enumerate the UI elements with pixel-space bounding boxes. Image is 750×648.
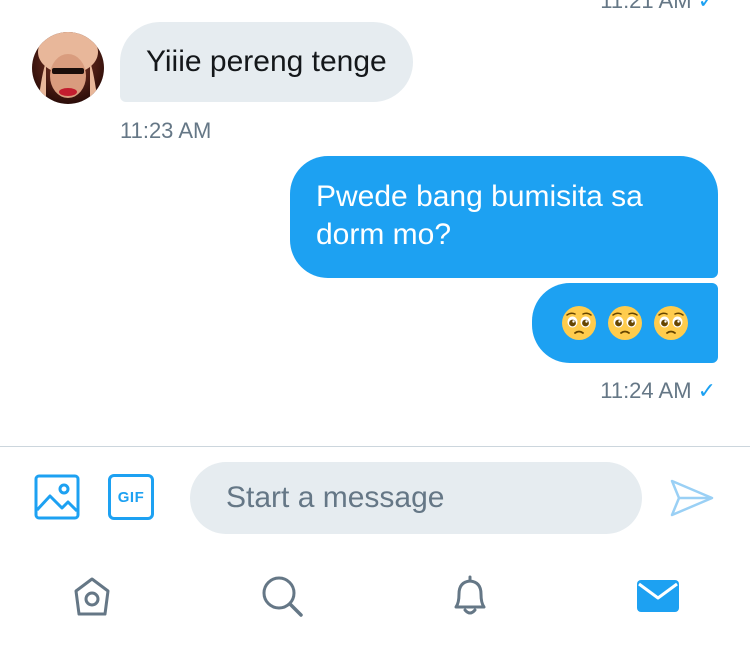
incoming-timestamp: 11:23 AM (120, 118, 212, 143)
gif-button[interactable]: GIF (108, 474, 154, 520)
composer-divider (0, 446, 750, 447)
outgoing-timestamp: 11:24 AM ✓ (600, 378, 716, 404)
tab-home[interactable] (70, 574, 114, 618)
send-button[interactable] (670, 478, 714, 518)
incoming-message[interactable]: Yiiie pereng tenge (120, 22, 413, 102)
outgoing-emoji-message[interactable] (532, 283, 718, 363)
pleading-face-icon (654, 306, 688, 340)
tab-search[interactable] (260, 574, 304, 618)
read-receipt-icon: ✓ (697, 378, 716, 403)
avatar[interactable] (32, 32, 104, 104)
image-icon (34, 474, 80, 520)
gif-label: GIF (117, 488, 145, 506)
message-input[interactable] (190, 462, 642, 534)
outgoing-timestamp-text: 11:24 AM (600, 378, 692, 403)
tab-messages[interactable] (636, 574, 680, 618)
notifications-icon (454, 575, 486, 615)
pleading-face-icon (562, 306, 596, 340)
send-icon (670, 479, 714, 517)
outgoing-message-text: Pwede bang bumisita sa dorm mo? (316, 180, 643, 251)
pleading-face-icon (608, 306, 642, 340)
image-button[interactable] (34, 474, 80, 520)
avatar-image (32, 32, 104, 104)
tab-notifications[interactable] (448, 574, 492, 618)
previous-timestamp: 11:21 AM ✓ (600, 0, 716, 13)
messages-icon (637, 580, 679, 612)
outgoing-message[interactable]: Pwede bang bumisita sa dorm mo? (290, 156, 718, 278)
search-icon (262, 576, 303, 617)
incoming-message-text: Yiiie pereng tenge (146, 45, 387, 78)
home-icon (74, 577, 110, 616)
